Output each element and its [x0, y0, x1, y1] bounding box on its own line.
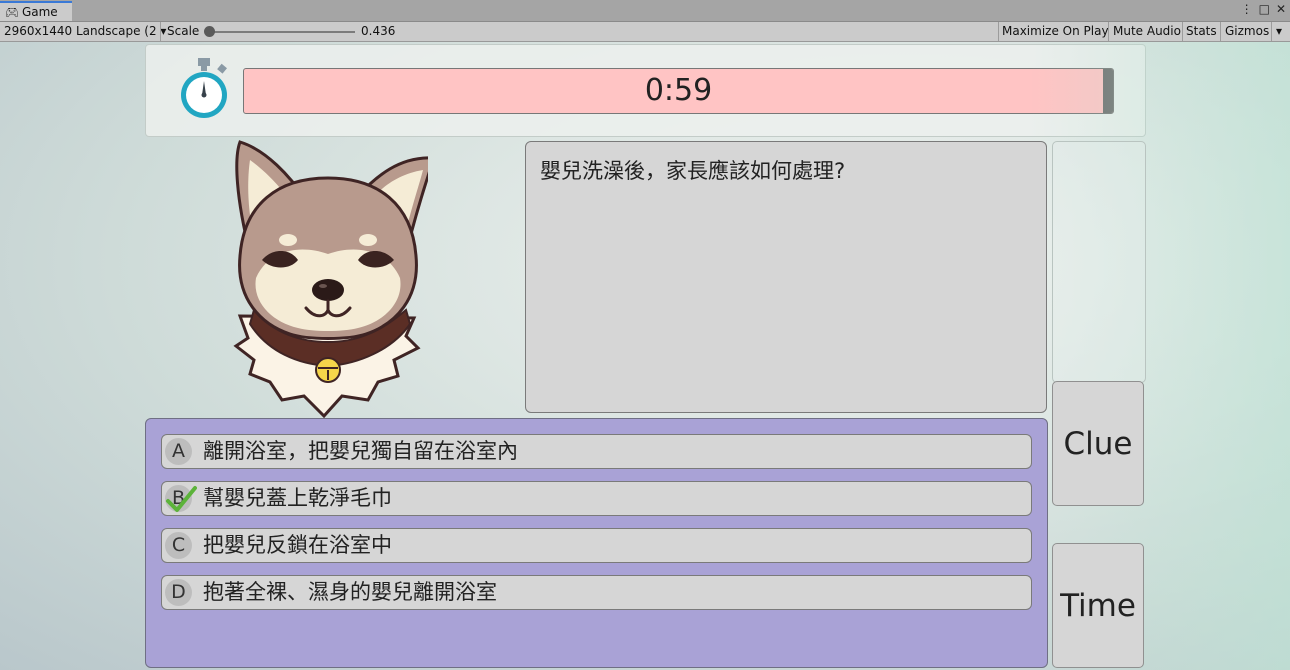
answers-panel: A 離開浴室，把嬰兒獨自留在浴室內 B 幫嬰兒蓋上乾淨毛巾 C 把嬰兒反鎖在浴室…: [145, 418, 1048, 668]
answer-text: 把嬰兒反鎖在浴室中: [203, 533, 392, 557]
shiba-dog-mascot: [233, 140, 428, 418]
option-letter-badge: A: [165, 438, 192, 465]
toolbar-divider: [160, 22, 161, 41]
window-controls: ⋮ □ ✕: [1241, 2, 1286, 16]
option-letter-badge: D: [165, 579, 192, 606]
more-options-icon[interactable]: ⋮: [1241, 2, 1253, 16]
game-view-toolbar: 2960x1440 Landscape (2 ▾ Scale 0.436 Max…: [0, 22, 1290, 42]
gizmos-dropdown-icon[interactable]: ▾: [1276, 22, 1282, 41]
maximize-icon[interactable]: □: [1259, 2, 1270, 16]
gamepad-icon: 🎮︎: [5, 5, 19, 19]
stats-toggle[interactable]: Stats: [1186, 22, 1217, 41]
game-tab[interactable]: 🎮︎ Game: [0, 1, 72, 21]
game-view: 0:59 嬰兒洗澡後，家長應該如何處理? Clue Time A 離開浴室，把嬰…: [0, 42, 1290, 670]
toolbar-divider: [1108, 22, 1109, 41]
dropdown-arrow-icon: ▾: [160, 24, 167, 38]
scale-slider-handle[interactable]: [204, 26, 215, 37]
toolbar-divider: [1182, 22, 1183, 41]
resolution-dropdown[interactable]: 2960x1440 Landscape (2 ▾: [4, 22, 166, 41]
timer-bar: 0:59: [243, 68, 1114, 114]
timer-bar-remaining: [1103, 69, 1113, 113]
toolbar-divider: [1271, 22, 1272, 41]
editor-tab-bar: 🎮︎ Game ⋮ □ ✕: [0, 0, 1290, 22]
scale-slider-track[interactable]: [209, 31, 355, 33]
gizmos-toggle[interactable]: Gizmos: [1225, 22, 1269, 41]
answer-option-d[interactable]: D 抱著全裸、濕身的嬰兒離開浴室: [161, 575, 1032, 610]
answer-text: 離開浴室，把嬰兒獨自留在浴室內: [203, 439, 518, 463]
resolution-label: 2960x1440 Landscape (2: [4, 24, 157, 38]
close-icon[interactable]: ✕: [1276, 2, 1286, 16]
mute-audio-toggle[interactable]: Mute Audio: [1113, 22, 1181, 41]
clue-button[interactable]: Clue: [1052, 381, 1144, 506]
question-panel: 嬰兒洗澡後，家長應該如何處理?: [525, 141, 1047, 413]
scale-label: Scale: [167, 24, 200, 38]
answer-option-c[interactable]: C 把嬰兒反鎖在浴室中: [161, 528, 1032, 563]
timer-panel: 0:59: [145, 44, 1146, 137]
option-letter-badge: C: [165, 532, 192, 559]
checkmark-icon: [166, 486, 197, 512]
game-tab-label: Game: [21, 5, 58, 19]
answer-option-b[interactable]: B 幫嬰兒蓋上乾淨毛巾: [161, 481, 1032, 516]
answer-text: 抱著全裸、濕身的嬰兒離開浴室: [203, 580, 497, 604]
answer-option-a[interactable]: A 離開浴室，把嬰兒獨自留在浴室內: [161, 434, 1032, 469]
scale-value: 0.436: [361, 24, 396, 38]
toolbar-divider: [1220, 22, 1221, 41]
timer-text: 0:59: [644, 73, 713, 108]
time-button[interactable]: Time: [1052, 543, 1144, 668]
answer-text: 幫嬰兒蓋上乾淨毛巾: [203, 486, 392, 510]
question-text: 嬰兒洗澡後，家長應該如何處理?: [540, 159, 846, 183]
side-panel-empty: [1052, 141, 1146, 383]
stopwatch-icon: [181, 58, 227, 118]
toolbar-divider: [998, 22, 999, 41]
maximize-on-play-toggle[interactable]: Maximize On Play: [1002, 22, 1109, 41]
